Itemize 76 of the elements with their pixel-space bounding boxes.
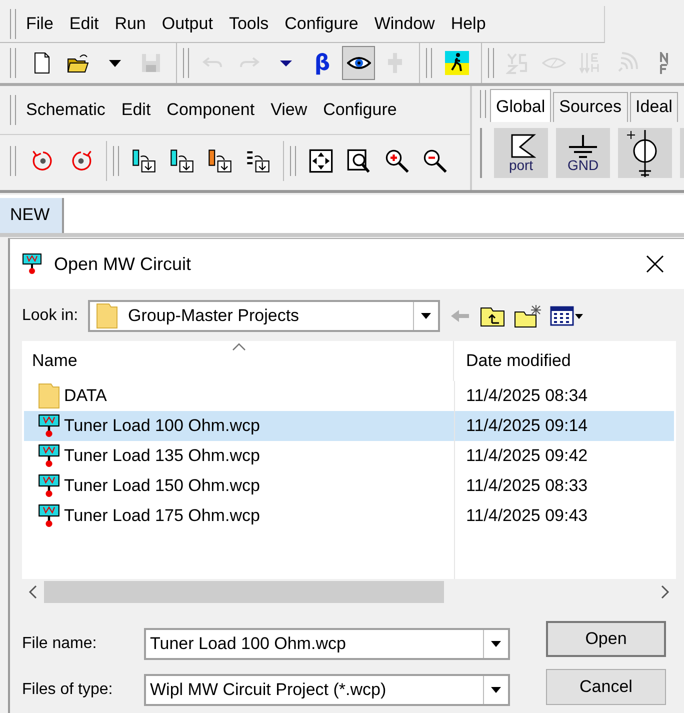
menu-item[interactable]: Window xyxy=(374,14,435,34)
file-name-field[interactable]: Tuner Load 100 Ohm.wcp xyxy=(144,628,510,660)
cancel-button[interactable]: Cancel xyxy=(546,669,666,705)
palette-tab[interactable]: Global xyxy=(490,89,552,122)
circuit-file-icon xyxy=(38,413,60,439)
open-button[interactable]: Open xyxy=(546,621,666,657)
scroll-right-icon[interactable] xyxy=(660,585,670,599)
file-row[interactable]: Tuner Load 135 Ohm.wcp 11/4/2025 09:42 xyxy=(24,441,674,471)
file-date: 11/4/2025 09:14 xyxy=(465,416,588,436)
file-name: Tuner Load 175 Ohm.wcp xyxy=(64,506,260,526)
new-folder-icon[interactable] xyxy=(514,304,542,328)
palette-tab[interactable]: Ideal xyxy=(630,92,678,122)
dropdown-arrow-icon xyxy=(491,687,501,693)
import-icon[interactable] xyxy=(131,148,157,174)
menu-item[interactable]: View xyxy=(270,100,308,120)
import-icon[interactable] xyxy=(169,148,195,174)
folder-icon xyxy=(96,303,118,329)
import-icon[interactable] xyxy=(207,148,233,174)
file-type-label: Files of type: xyxy=(22,681,114,699)
close-icon[interactable] xyxy=(646,255,664,273)
nf-icon xyxy=(658,52,669,74)
file-date: 11/4/2025 09:43 xyxy=(465,506,588,526)
folder-icon xyxy=(38,383,60,409)
scrollbar-thumb[interactable] xyxy=(44,581,444,603)
menu-item[interactable]: Component xyxy=(166,100,255,120)
zoom-out-icon[interactable] xyxy=(422,148,448,174)
menu-item[interactable]: Configure xyxy=(323,100,397,120)
menu-item[interactable]: Configure xyxy=(284,14,358,34)
menu-item[interactable]: Output xyxy=(162,14,213,34)
dropdown-arrow-icon xyxy=(421,313,432,319)
menu-item[interactable]: Run xyxy=(114,14,146,34)
circuit-file-icon xyxy=(38,473,60,499)
palette-tab[interactable]: Sources xyxy=(553,92,628,122)
file-type-dropdown[interactable]: Wipl MW Circuit Project (*.wcp) xyxy=(144,674,510,706)
menu-item[interactable]: Help xyxy=(450,14,486,34)
file-date: 11/4/2025 08:34 xyxy=(465,386,588,406)
view-menu-icon[interactable] xyxy=(550,304,584,328)
file-name: DATA xyxy=(64,386,107,406)
file-row[interactable]: Tuner Load 100 Ohm.wcp 11/4/2025 09:14 xyxy=(24,411,674,441)
file-name: Tuner Load 135 Ohm.wcp xyxy=(64,446,260,466)
dropdown-arrow-icon xyxy=(491,641,501,647)
caret-icon xyxy=(108,60,121,66)
circuit-file-icon xyxy=(38,503,60,529)
look-in-label: Look in: xyxy=(22,307,78,325)
port-component-button[interactable]: port xyxy=(494,128,548,178)
scroll-left-icon[interactable] xyxy=(28,585,38,599)
file-name: Tuner Load 100 Ohm.wcp xyxy=(64,416,260,436)
column-header[interactable]: Name xyxy=(22,341,454,381)
file-name-label: File name: xyxy=(22,635,98,653)
caret-icon xyxy=(280,60,292,66)
dialog-title: Open MW Circuit xyxy=(54,254,192,274)
fit-view-icon[interactable] xyxy=(308,148,334,174)
menu-item[interactable]: Tools xyxy=(228,14,269,34)
source-component-button[interactable] xyxy=(618,128,672,178)
menu-item[interactable]: Edit xyxy=(121,100,151,120)
zoom-in-icon[interactable] xyxy=(384,148,410,174)
menu-item[interactable]: Edit xyxy=(69,14,99,34)
running-man-icon xyxy=(444,51,469,75)
eye-button[interactable] xyxy=(342,46,375,80)
circuit-file-icon xyxy=(38,443,60,469)
file-date: 11/4/2025 09:42 xyxy=(465,446,588,466)
circuit-file-icon xyxy=(22,253,42,275)
document-tab[interactable]: NEW xyxy=(0,198,64,233)
menu-item[interactable]: Schematic xyxy=(26,100,106,120)
column-header[interactable]: Date modified xyxy=(454,351,571,371)
file-name: Tuner Load 150 Ohm.wcp xyxy=(64,476,260,496)
gnd-component-button[interactable]: GND xyxy=(556,128,610,178)
look-in-dropdown[interactable]: Group-Master Projects xyxy=(88,300,440,332)
file-row[interactable]: Tuner Load 150 Ohm.wcp 11/4/2025 08:33 xyxy=(24,471,674,501)
import-icon[interactable] xyxy=(245,148,271,174)
beta-button[interactable]: β xyxy=(306,46,338,80)
file-row[interactable]: Tuner Load 175 Ohm.wcp 11/4/2025 09:43 xyxy=(24,501,674,531)
menu-item[interactable]: File xyxy=(26,14,54,34)
file-row[interactable]: DATA 11/4/2025 08:34 xyxy=(24,381,674,411)
file-date: 11/4/2025 08:33 xyxy=(465,476,588,496)
zoom-box-icon[interactable] xyxy=(346,148,372,174)
